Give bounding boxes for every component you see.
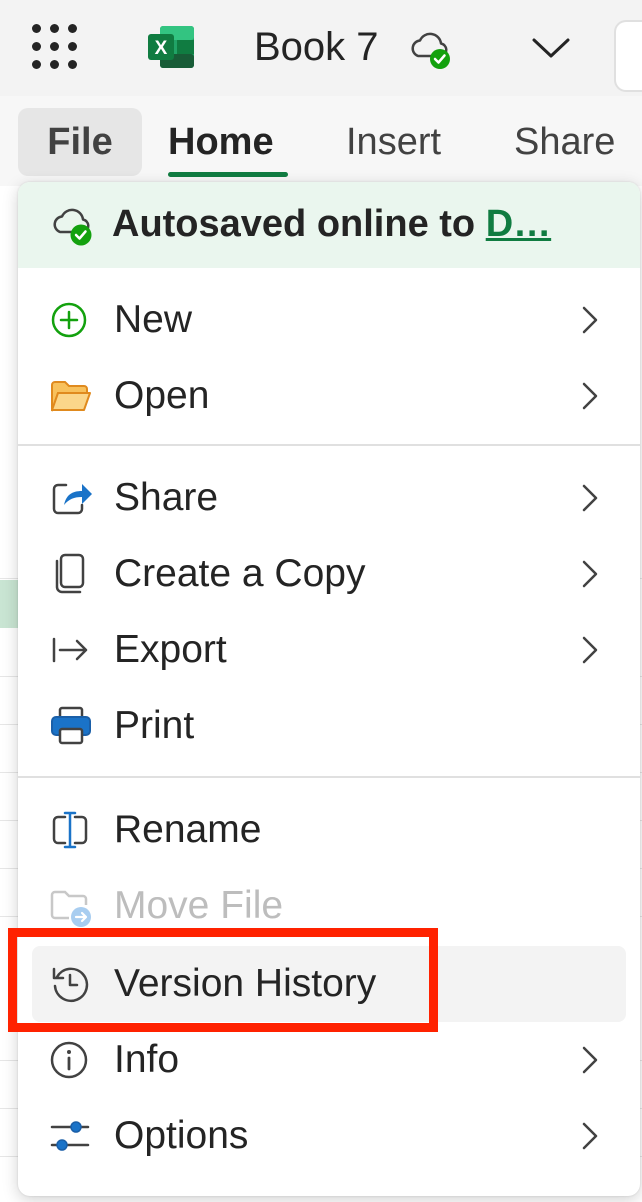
- add-circle-icon: [48, 297, 94, 343]
- menu-item-print[interactable]: Print: [18, 688, 640, 764]
- menu-item-info[interactable]: Info: [18, 1022, 640, 1098]
- printer-icon: [48, 703, 94, 749]
- menu-divider: [18, 776, 640, 778]
- rename-icon: [48, 807, 94, 853]
- tab-share[interactable]: Share: [514, 108, 615, 176]
- chevron-right-icon: [578, 556, 602, 592]
- title-bar: X Book 7: [0, 0, 642, 96]
- menu-item-options[interactable]: Options: [18, 1098, 640, 1174]
- menu-item-label: Create a Copy: [114, 552, 366, 595]
- autosave-prefix: Autosaved online to: [112, 203, 486, 245]
- menu-item-open[interactable]: Open: [18, 358, 640, 434]
- folder-move-icon: [48, 883, 94, 929]
- tab-insert[interactable]: Insert: [346, 108, 441, 176]
- menu-item-label: Move File: [114, 884, 284, 927]
- document-title[interactable]: Book 7: [254, 24, 379, 70]
- menu-divider: [18, 444, 640, 446]
- menu-item-label: Info: [114, 1038, 180, 1081]
- share-icon: [48, 475, 94, 521]
- menu-item-label: Export: [114, 628, 227, 671]
- export-arrow-icon: [48, 627, 94, 673]
- sliders-icon: [48, 1113, 94, 1159]
- menu-item-share[interactable]: Share: [18, 460, 640, 536]
- chevron-right-icon: [578, 1042, 602, 1078]
- autosave-location-link[interactable]: D…: [486, 203, 551, 245]
- cloud-saved-icon[interactable]: [408, 26, 454, 72]
- active-tab-indicator: [168, 172, 288, 177]
- excel-logo-icon: X: [146, 24, 196, 70]
- chevron-right-icon: [578, 378, 602, 414]
- copy-icon: [48, 551, 94, 597]
- autosave-status: Autosaved online to D…: [112, 196, 622, 252]
- menu-item-label: Rename: [114, 808, 262, 851]
- cloud-saved-icon: [50, 202, 96, 248]
- chevron-right-icon: [578, 302, 602, 338]
- toolbar-edge: [614, 20, 642, 92]
- menu-item-label: Share: [114, 476, 219, 519]
- folder-open-icon: [48, 373, 94, 419]
- menu-item-new[interactable]: New: [18, 282, 640, 358]
- ribbon-tabs: File Home Insert Share: [0, 96, 642, 186]
- menu-item-export[interactable]: Export: [18, 612, 640, 688]
- menu-item-label: Print: [114, 704, 195, 747]
- chevron-right-icon: [578, 632, 602, 668]
- tab-file[interactable]: File: [18, 108, 142, 176]
- svg-text:X: X: [155, 38, 168, 59]
- chevron-right-icon: [578, 1118, 602, 1154]
- menu-item-label: Options: [114, 1114, 249, 1157]
- chevron-down-icon[interactable]: [528, 28, 574, 68]
- chevron-right-icon: [578, 480, 602, 516]
- file-menu: Autosaved online to D… New Open Share Cr…: [18, 182, 640, 1196]
- menu-item-rename[interactable]: Rename: [18, 792, 640, 868]
- menu-item-create-copy[interactable]: Create a Copy: [18, 536, 640, 612]
- app-launcher-icon[interactable]: [32, 24, 78, 70]
- tab-home[interactable]: Home: [168, 108, 274, 176]
- autosave-banner: Autosaved online to D…: [18, 182, 640, 268]
- menu-item-label: New: [114, 298, 193, 341]
- info-icon: [48, 1037, 94, 1083]
- highlight-box: [8, 928, 438, 1032]
- menu-item-label: Open: [114, 374, 210, 417]
- selected-cell-strip: [0, 580, 20, 628]
